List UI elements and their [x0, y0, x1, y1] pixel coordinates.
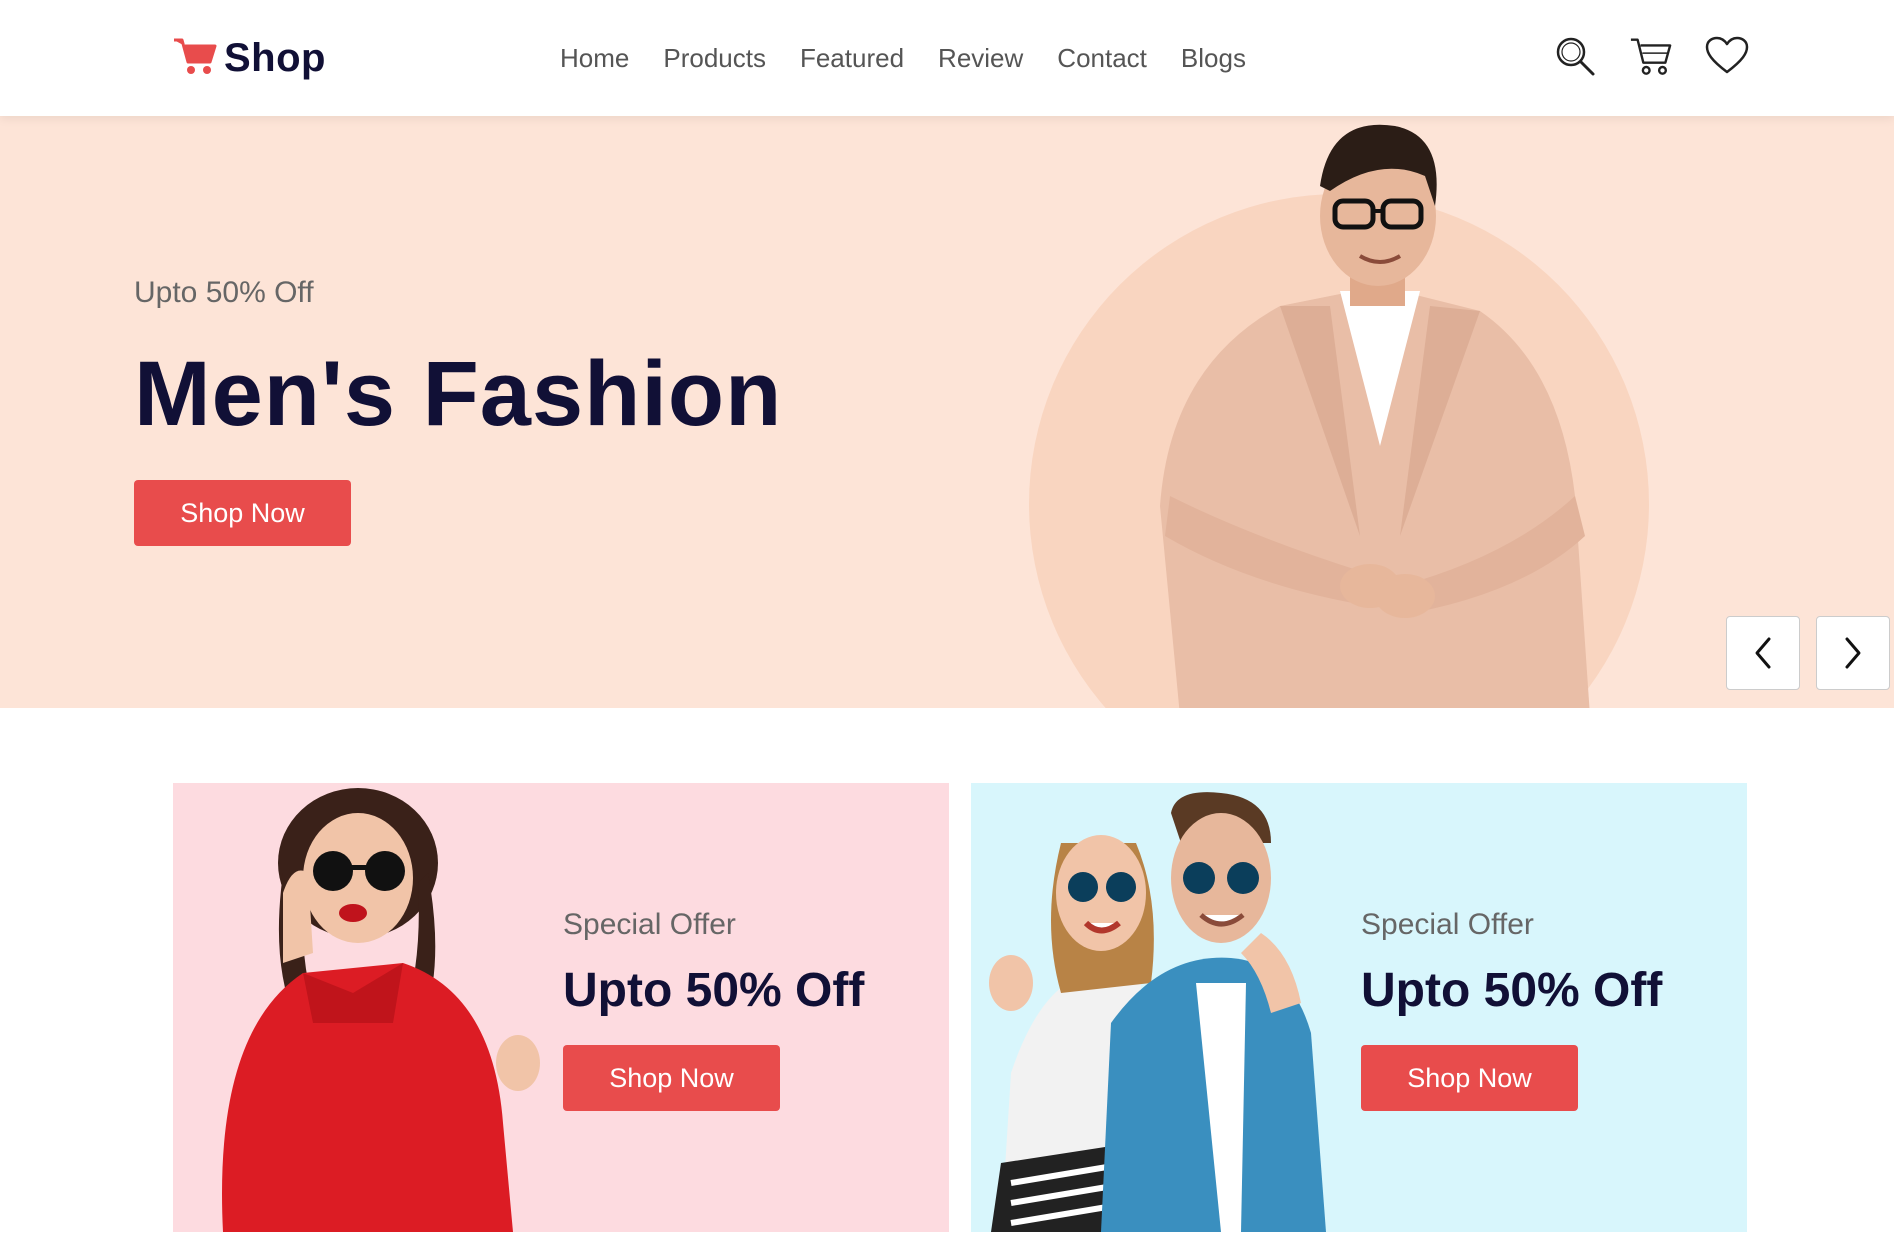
nav-featured[interactable]: Featured — [800, 38, 904, 78]
hero-slider: Upto 50% Off Men's Fashion Shop Now — [0, 116, 1894, 708]
header-icons — [1553, 34, 1749, 78]
offer-shop-now-button[interactable]: Shop Now — [1361, 1045, 1578, 1111]
nav-blogs[interactable]: Blogs — [1181, 38, 1246, 78]
hero-title: Men's Fashion — [134, 343, 783, 445]
offer-title: Upto 50% Off — [563, 964, 865, 1017]
hero-shop-now-button[interactable]: Shop Now — [134, 480, 351, 546]
chevron-left-icon — [1755, 637, 1771, 669]
logo[interactable]: Shop — [172, 34, 326, 82]
main-nav: Home Products Featured Review Contact Bl… — [560, 38, 1246, 78]
slider-next-button[interactable] — [1816, 616, 1890, 690]
logo-text: Shop — [224, 35, 326, 80]
hero-model-image — [1160, 124, 1590, 708]
wishlist-button[interactable] — [1705, 34, 1749, 78]
nav-contact[interactable]: Contact — [1057, 38, 1147, 78]
nav-home[interactable]: Home — [560, 38, 629, 78]
cart-icon — [172, 36, 218, 81]
cart-button[interactable] — [1629, 34, 1673, 78]
hero-subtitle: Upto 50% Off — [134, 276, 314, 309]
search-button[interactable] — [1553, 34, 1597, 78]
offer-model-image — [989, 792, 1326, 1232]
search-icon — [1556, 37, 1595, 76]
offer-shop-now-button[interactable]: Shop Now — [563, 1045, 780, 1111]
offer-card-women: Special Offer Upto 50% Off Shop Now — [173, 783, 949, 1232]
cart-icon — [1630, 38, 1672, 75]
nav-review[interactable]: Review — [938, 38, 1023, 78]
offer-model-image — [222, 788, 540, 1232]
chevron-right-icon — [1845, 637, 1861, 669]
offer-title: Upto 50% Off — [1361, 964, 1663, 1017]
offer-subtitle: Special Offer — [1361, 908, 1534, 941]
nav-products[interactable]: Products — [663, 38, 766, 78]
site-header: Shop Home Products Featured Review Conta… — [0, 0, 1894, 116]
slider-prev-button[interactable] — [1726, 616, 1800, 690]
heart-icon — [1705, 36, 1749, 74]
offer-card-couple: Special Offer Upto 50% Off Shop Now — [971, 783, 1747, 1232]
offer-subtitle: Special Offer — [563, 908, 736, 941]
